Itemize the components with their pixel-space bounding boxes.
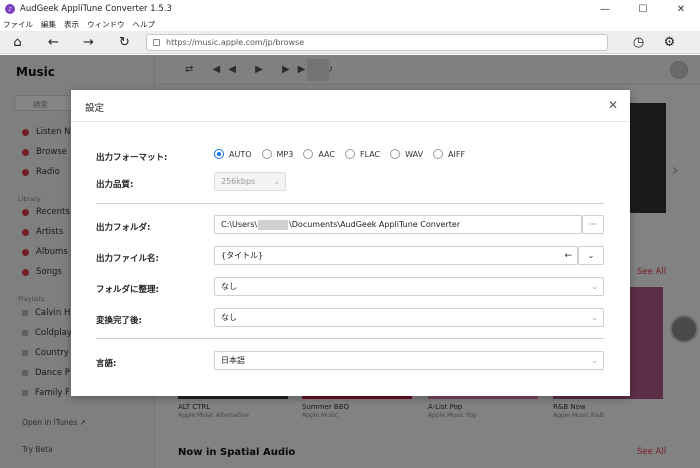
chevron-down-icon: ⌄ bbox=[591, 313, 598, 322]
refresh-icon[interactable]: ↻ bbox=[116, 34, 133, 51]
browser-toolbar: ⌂ ← → ↻ https://music.apple.com/jp/brows… bbox=[0, 31, 700, 54]
forward-arrow-icon[interactable]: → bbox=[80, 34, 97, 51]
radio-icon[interactable] bbox=[261, 149, 272, 159]
settings-gear-icon[interactable]: ⚙ bbox=[661, 34, 678, 51]
menu-window[interactable]: ウィンドウ bbox=[87, 19, 125, 30]
url-bar[interactable]: https://music.apple.com/jp/browse bbox=[146, 34, 608, 51]
url-text: https://music.apple.com/jp/browse bbox=[166, 38, 305, 47]
browse-folder-button[interactable]: ··· bbox=[582, 215, 604, 234]
maximize-button[interactable]: ☐ bbox=[624, 0, 662, 18]
masked-username bbox=[258, 219, 289, 230]
close-window-button[interactable]: ✕ bbox=[662, 0, 700, 18]
format-radio-aac[interactable]: AAC bbox=[303, 149, 335, 159]
menu-help[interactable]: ヘルプ bbox=[133, 19, 156, 30]
divider bbox=[96, 203, 604, 204]
dialog-close-button[interactable]: ✕ bbox=[608, 98, 618, 112]
radio-icon[interactable] bbox=[433, 149, 444, 159]
after-conversion-select[interactable]: なし ⌄ bbox=[214, 308, 604, 327]
window-title: AudGeek AppliTune Converter 1.5.3 bbox=[20, 4, 172, 14]
menu-bar: ファイル 編集 表示 ウィンドウ ヘルプ bbox=[0, 18, 700, 31]
output-filename-label: 出力ファイル名: bbox=[96, 254, 159, 264]
divider bbox=[96, 338, 604, 339]
chevron-down-icon: ⌄ bbox=[273, 177, 280, 186]
menu-view[interactable]: 表示 bbox=[64, 19, 79, 30]
radio-icon[interactable] bbox=[390, 149, 401, 159]
settings-dialog: 設定 ✕ 出力フォーマット: AUTO MP3 AAC FLAC WAV AIF… bbox=[71, 90, 630, 396]
radio-icon[interactable] bbox=[344, 149, 355, 159]
chevron-down-icon: ⌄ bbox=[591, 282, 598, 291]
dialog-title: 設定 bbox=[85, 103, 105, 114]
history-icon[interactable]: ◷ bbox=[630, 34, 647, 51]
format-radio-flac[interactable]: FLAC bbox=[344, 149, 380, 159]
language-label: 言語: bbox=[96, 359, 117, 369]
output-quality-select: 256kbps ⌄ bbox=[214, 172, 286, 191]
output-quality-label: 出力品質: bbox=[96, 180, 134, 190]
minimize-button[interactable]: — bbox=[586, 0, 624, 18]
home-icon[interactable]: ⌂ bbox=[9, 34, 26, 51]
format-radio-aiff[interactable]: AIFF bbox=[433, 149, 465, 159]
organize-folder-select[interactable]: なし ⌄ bbox=[214, 277, 604, 296]
output-filename-field[interactable]: {タイトル} ← bbox=[214, 246, 578, 265]
chevron-down-icon: ⌄ bbox=[591, 356, 598, 365]
menu-file[interactable]: ファイル bbox=[3, 19, 33, 30]
divider bbox=[71, 121, 630, 122]
output-format-label: 出力フォーマット: bbox=[96, 153, 168, 163]
back-arrow-icon[interactable]: ← bbox=[45, 34, 62, 51]
output-folder-label: 出力フォルダ: bbox=[96, 223, 151, 233]
after-conversion-label: 変換完了後: bbox=[96, 316, 142, 326]
filename-expand-button[interactable]: ⌄ bbox=[578, 246, 604, 265]
language-select[interactable]: 日本語 ⌄ bbox=[214, 351, 604, 370]
radio-selected-icon[interactable] bbox=[214, 149, 224, 159]
back-arrow-icon[interactable]: ← bbox=[564, 251, 572, 261]
radio-icon[interactable] bbox=[303, 149, 314, 159]
format-radio-wav[interactable]: WAV bbox=[390, 149, 423, 159]
organize-folder-label: フォルダに整理: bbox=[96, 285, 159, 295]
format-radio-auto[interactable]: AUTO bbox=[214, 149, 252, 159]
title-bar: ♪ AudGeek AppliTune Converter 1.5.3 — ☐ … bbox=[0, 0, 700, 18]
output-folder-field[interactable]: C:\Users\ \Documents\AudGeek AppliTune Co… bbox=[214, 215, 582, 234]
app-logo-icon: ♪ bbox=[5, 4, 15, 14]
output-format-radio-group: AUTO MP3 AAC FLAC WAV AIFF bbox=[214, 149, 475, 159]
menu-edit[interactable]: 編集 bbox=[41, 19, 56, 30]
lock-icon bbox=[153, 39, 160, 46]
format-radio-mp3[interactable]: MP3 bbox=[261, 149, 293, 159]
